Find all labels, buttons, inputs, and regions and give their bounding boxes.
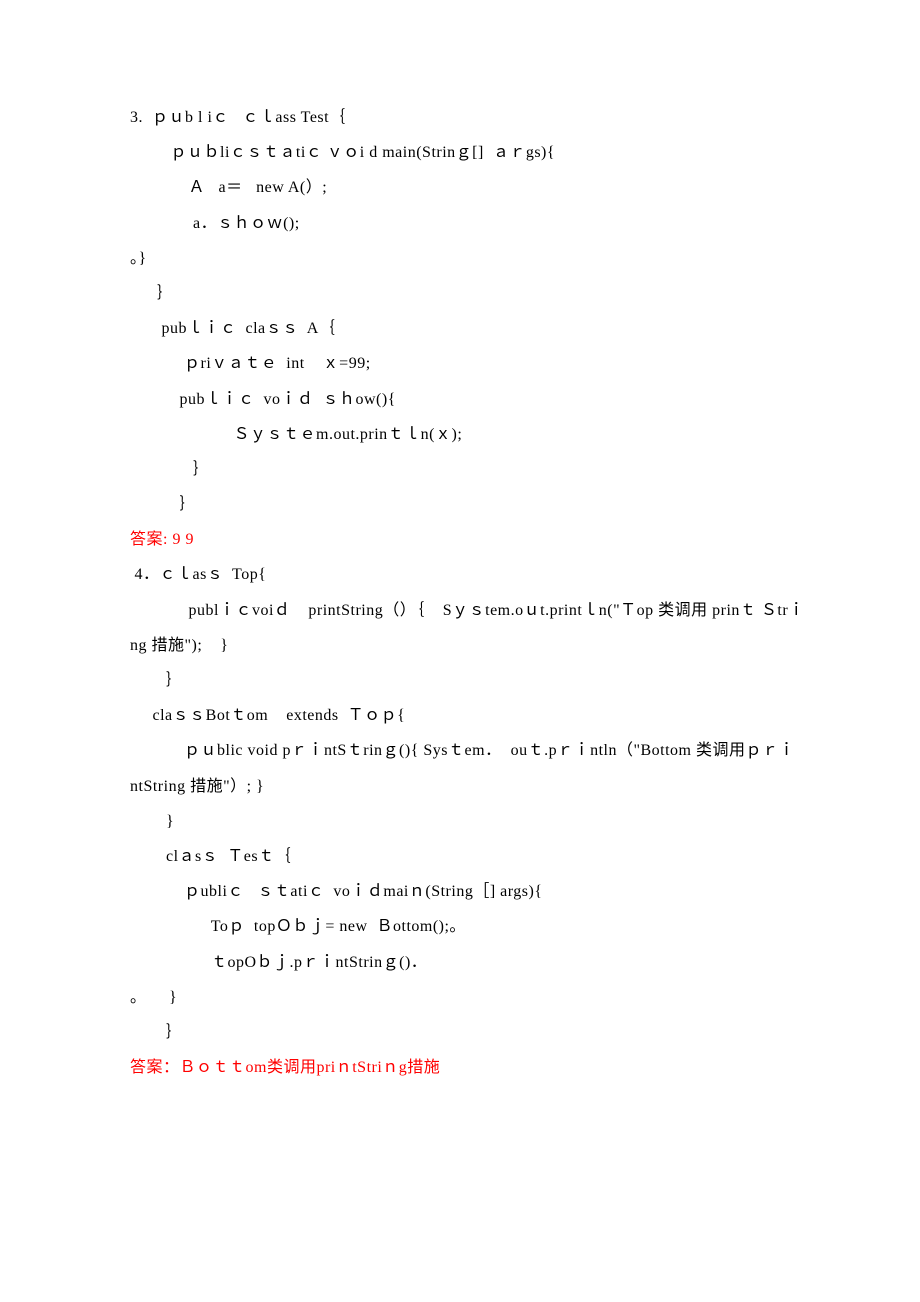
code-line: Ｓｙｓｔｅm.out.prinｔｌn(ｘ); bbox=[130, 417, 790, 452]
code-line: ｐriｖａｔｅ int ｘ=99; bbox=[130, 346, 790, 381]
code-line: ｐｕｂliｃｓｔａtiｃ ｖｏi d main(Strinｇ[] ａｒgs){ bbox=[130, 135, 790, 170]
code-line: pubｌｉｃ claｓｓ A｛ bbox=[130, 311, 790, 346]
code-line: 。 } bbox=[130, 980, 790, 1015]
answer-line: 答案: 9 9 bbox=[130, 522, 790, 557]
code-line: Ａ a＝ new A(）; bbox=[130, 170, 790, 205]
code-line: ｝ bbox=[130, 487, 790, 522]
code-line: ｝ bbox=[130, 1015, 790, 1050]
code-line: publｉｃvoiｄ printString（）｛ Sｙｓtem.oｕt.pri… bbox=[130, 593, 790, 628]
code-line: Toｐ topＯｂｊ= new Ｂottom();。 bbox=[130, 909, 790, 944]
code-line: clａsｓ Ｔesｔ｛ bbox=[130, 839, 790, 874]
code-line: ｐubliｃ ｓｔatiｃ voｉｄmaiｎ(String［] args){ bbox=[130, 874, 790, 909]
code-line: ｝ bbox=[130, 276, 790, 311]
code-line: pubｌｉｃ voｉｄ ｓｈow(){ bbox=[130, 382, 790, 417]
code-line: a．ｓｈｏｗ(); bbox=[130, 206, 790, 241]
code-line: 。} bbox=[130, 241, 790, 276]
code-line: } bbox=[130, 804, 790, 839]
answer-line: 答案：Ｂｏｔｔom类调用priｎtStriｎg措施 bbox=[130, 1050, 790, 1085]
code-line: 4．ｃｌasｓ Top{ bbox=[130, 557, 790, 592]
code-line: ｝ bbox=[130, 663, 790, 698]
document-page: 3. ｐｕb l iｃ ｃｌass Test｛ ｐｕｂliｃｓｔａtiｃ ｖｏi… bbox=[0, 0, 920, 1145]
code-line: ng 措施"); } bbox=[130, 628, 790, 663]
code-line: 3. ｐｕb l iｃ ｃｌass Test｛ bbox=[130, 100, 790, 135]
code-line: ｝ bbox=[130, 452, 790, 487]
code-line: ｐｕblic void pｒｉntSｔrinｇ(){ Sysｔem． ouｔ.p… bbox=[130, 733, 790, 768]
code-line: claｓｓBotｔom extends Ｔｏｐ{ bbox=[130, 698, 790, 733]
code-line: ntString 措施"）; } bbox=[130, 769, 790, 804]
code-content: 3. ｐｕb l iｃ ｃｌass Test｛ ｐｕｂliｃｓｔａtiｃ ｖｏi… bbox=[130, 100, 790, 1085]
code-line: ｔopOｂｊ.pｒｉntStrinｇ()． bbox=[130, 945, 790, 980]
